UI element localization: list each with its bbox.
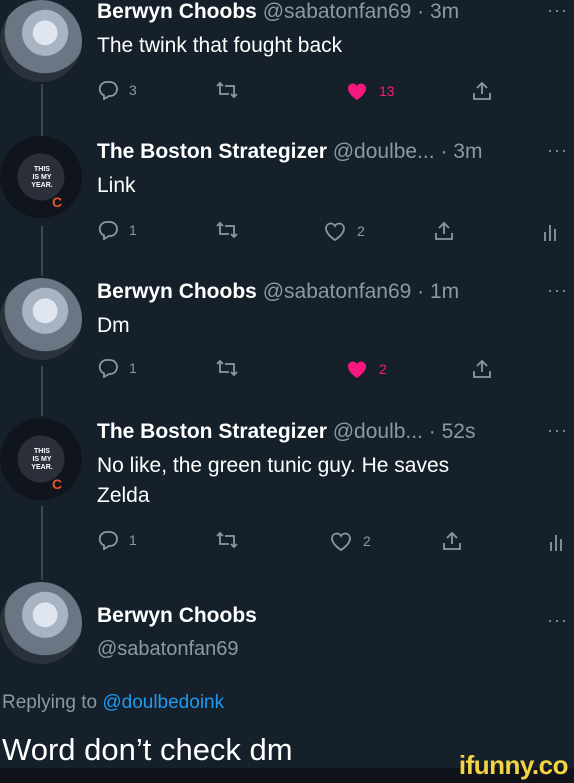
share-icon: [473, 81, 491, 100]
retweet-button[interactable]: [215, 80, 239, 100]
tweet-header: The Boston Strategizer @doulbe... · 3m: [97, 140, 482, 164]
like-button[interactable]: 2: [323, 220, 365, 242]
share-button[interactable]: [433, 220, 455, 242]
tweet-text: Link: [97, 174, 136, 197]
retweet-icon: [216, 81, 238, 99]
heart-icon: [325, 222, 345, 242]
replying-prefix: Replying to: [2, 692, 98, 713]
more-icon[interactable]: ···: [547, 420, 568, 441]
analytics-button[interactable]: [549, 530, 563, 552]
retweet-icon: [216, 359, 238, 377]
share-button[interactable]: [471, 80, 493, 102]
action-bar: 1 2: [97, 220, 567, 244]
share-icon: [435, 221, 453, 240]
reply-count: 1: [129, 222, 137, 238]
tweet-text: No like, the green tunic guy. He saves Z…: [97, 451, 449, 511]
analytics-icon: [544, 225, 556, 241]
reply-icon: [98, 531, 118, 550]
handle-and-time: @doulbe... · 3m: [332, 140, 483, 163]
avatar-text: THIS IS MY YEAR.: [31, 166, 53, 189]
more-icon[interactable]: ···: [547, 140, 568, 161]
avatar[interactable]: [0, 582, 82, 664]
mention-link[interactable]: @doulbedoink: [102, 692, 224, 713]
more-icon[interactable]: ···: [547, 610, 568, 631]
bears-logo: C: [52, 476, 63, 492]
heart-filled-icon: [347, 361, 367, 378]
tweet-text-line: Zelda: [97, 484, 150, 507]
display-name[interactable]: The Boston Strategizer: [97, 420, 327, 443]
reply-count: 1: [129, 360, 137, 376]
analytics-icon: [550, 535, 562, 551]
like-button[interactable]: 13: [345, 80, 395, 102]
reply-icon: [98, 359, 118, 378]
thread-line: [41, 366, 43, 416]
action-bar: 1 2: [97, 358, 567, 382]
share-button[interactable]: [471, 358, 493, 380]
bears-logo: C: [52, 194, 63, 210]
share-button[interactable]: [441, 530, 463, 552]
like-count: 2: [363, 533, 371, 549]
avatar[interactable]: THIS IS MY YEAR. C: [0, 136, 82, 218]
reply-button[interactable]: 1: [97, 220, 137, 240]
thread-line: [41, 84, 43, 136]
display-name[interactable]: Berwyn Choobs: [97, 0, 257, 23]
handle-and-time: @sabatonfan69 · 3m: [262, 0, 460, 23]
share-icon: [473, 359, 491, 378]
tweet-text: The twink that fought back: [97, 34, 343, 57]
like-count: 2: [379, 361, 387, 377]
tweet-header: The Boston Strategizer @doulb... · 52s: [97, 420, 475, 444]
analytics-button[interactable]: [543, 220, 557, 242]
handle-and-time: @sabatonfan69 · 1m: [262, 280, 460, 303]
avatar[interactable]: [0, 0, 82, 82]
reply-icon: [98, 221, 118, 240]
like-count: 2: [357, 223, 365, 239]
thread-line: [41, 226, 43, 276]
heart-filled-icon: [347, 83, 367, 100]
retweet-icon: [216, 221, 238, 239]
retweet-button[interactable]: [215, 358, 239, 378]
avatar[interactable]: THIS IS MY YEAR. C: [0, 418, 82, 500]
tweet-header: Berwyn Choobs: [97, 604, 257, 628]
retweet-icon: [216, 531, 238, 549]
reply-count: 1: [129, 532, 137, 548]
display-name[interactable]: Berwyn Choobs: [97, 280, 257, 303]
tweet-header: Berwyn Choobs @sabatonfan69 · 1m: [97, 280, 459, 304]
heart-icon: [331, 532, 351, 552]
like-button[interactable]: 2: [329, 530, 371, 552]
tweet-text: Dm: [97, 314, 130, 337]
like-button[interactable]: 2: [345, 358, 387, 380]
tweet-text: Word don’t check dm: [2, 732, 293, 767]
avatar[interactable]: [0, 278, 82, 360]
handle-and-time: @doulb... · 52s: [332, 420, 476, 443]
display-name[interactable]: Berwyn Choobs: [97, 604, 257, 627]
replying-to: Replying to @doulbedoink: [2, 692, 224, 714]
reply-button[interactable]: 3: [97, 80, 137, 100]
avatar-text: THIS IS MY YEAR.: [31, 448, 53, 471]
tweet-header: Berwyn Choobs @sabatonfan69 · 3m: [97, 0, 459, 24]
thread-line: [41, 506, 43, 580]
more-icon[interactable]: ···: [547, 0, 568, 21]
ifunny-watermark: ifunny.co: [458, 750, 569, 780]
reply-count: 3: [129, 82, 137, 98]
more-icon[interactable]: ···: [547, 280, 568, 301]
handle[interactable]: @sabatonfan69: [97, 638, 239, 661]
reply-button[interactable]: 1: [97, 358, 137, 378]
tweet-text-line: No like, the green tunic guy. He saves: [97, 454, 450, 477]
retweet-button[interactable]: [215, 220, 239, 240]
retweet-button[interactable]: [215, 530, 239, 550]
share-icon: [443, 531, 461, 550]
reply-icon: [98, 81, 118, 100]
like-count: 13: [379, 83, 395, 99]
action-bar: 1 2: [97, 530, 567, 554]
display-name[interactable]: The Boston Strategizer: [97, 140, 327, 163]
reply-button[interactable]: 1: [97, 530, 137, 550]
action-bar: 3 13: [97, 80, 567, 104]
